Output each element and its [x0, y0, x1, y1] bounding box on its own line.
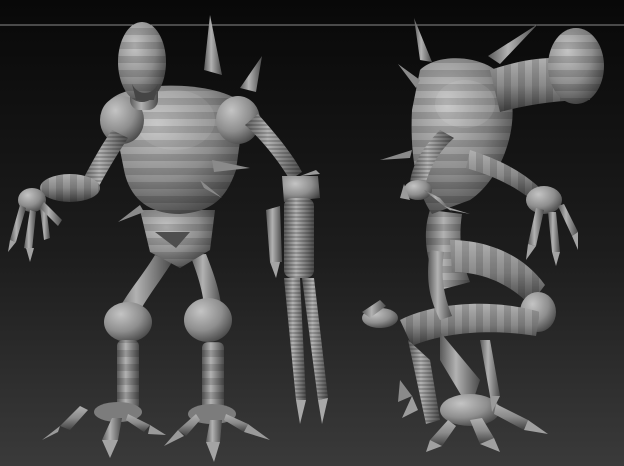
sculpt-render	[0, 0, 624, 466]
sculpt-viewport	[0, 0, 624, 466]
